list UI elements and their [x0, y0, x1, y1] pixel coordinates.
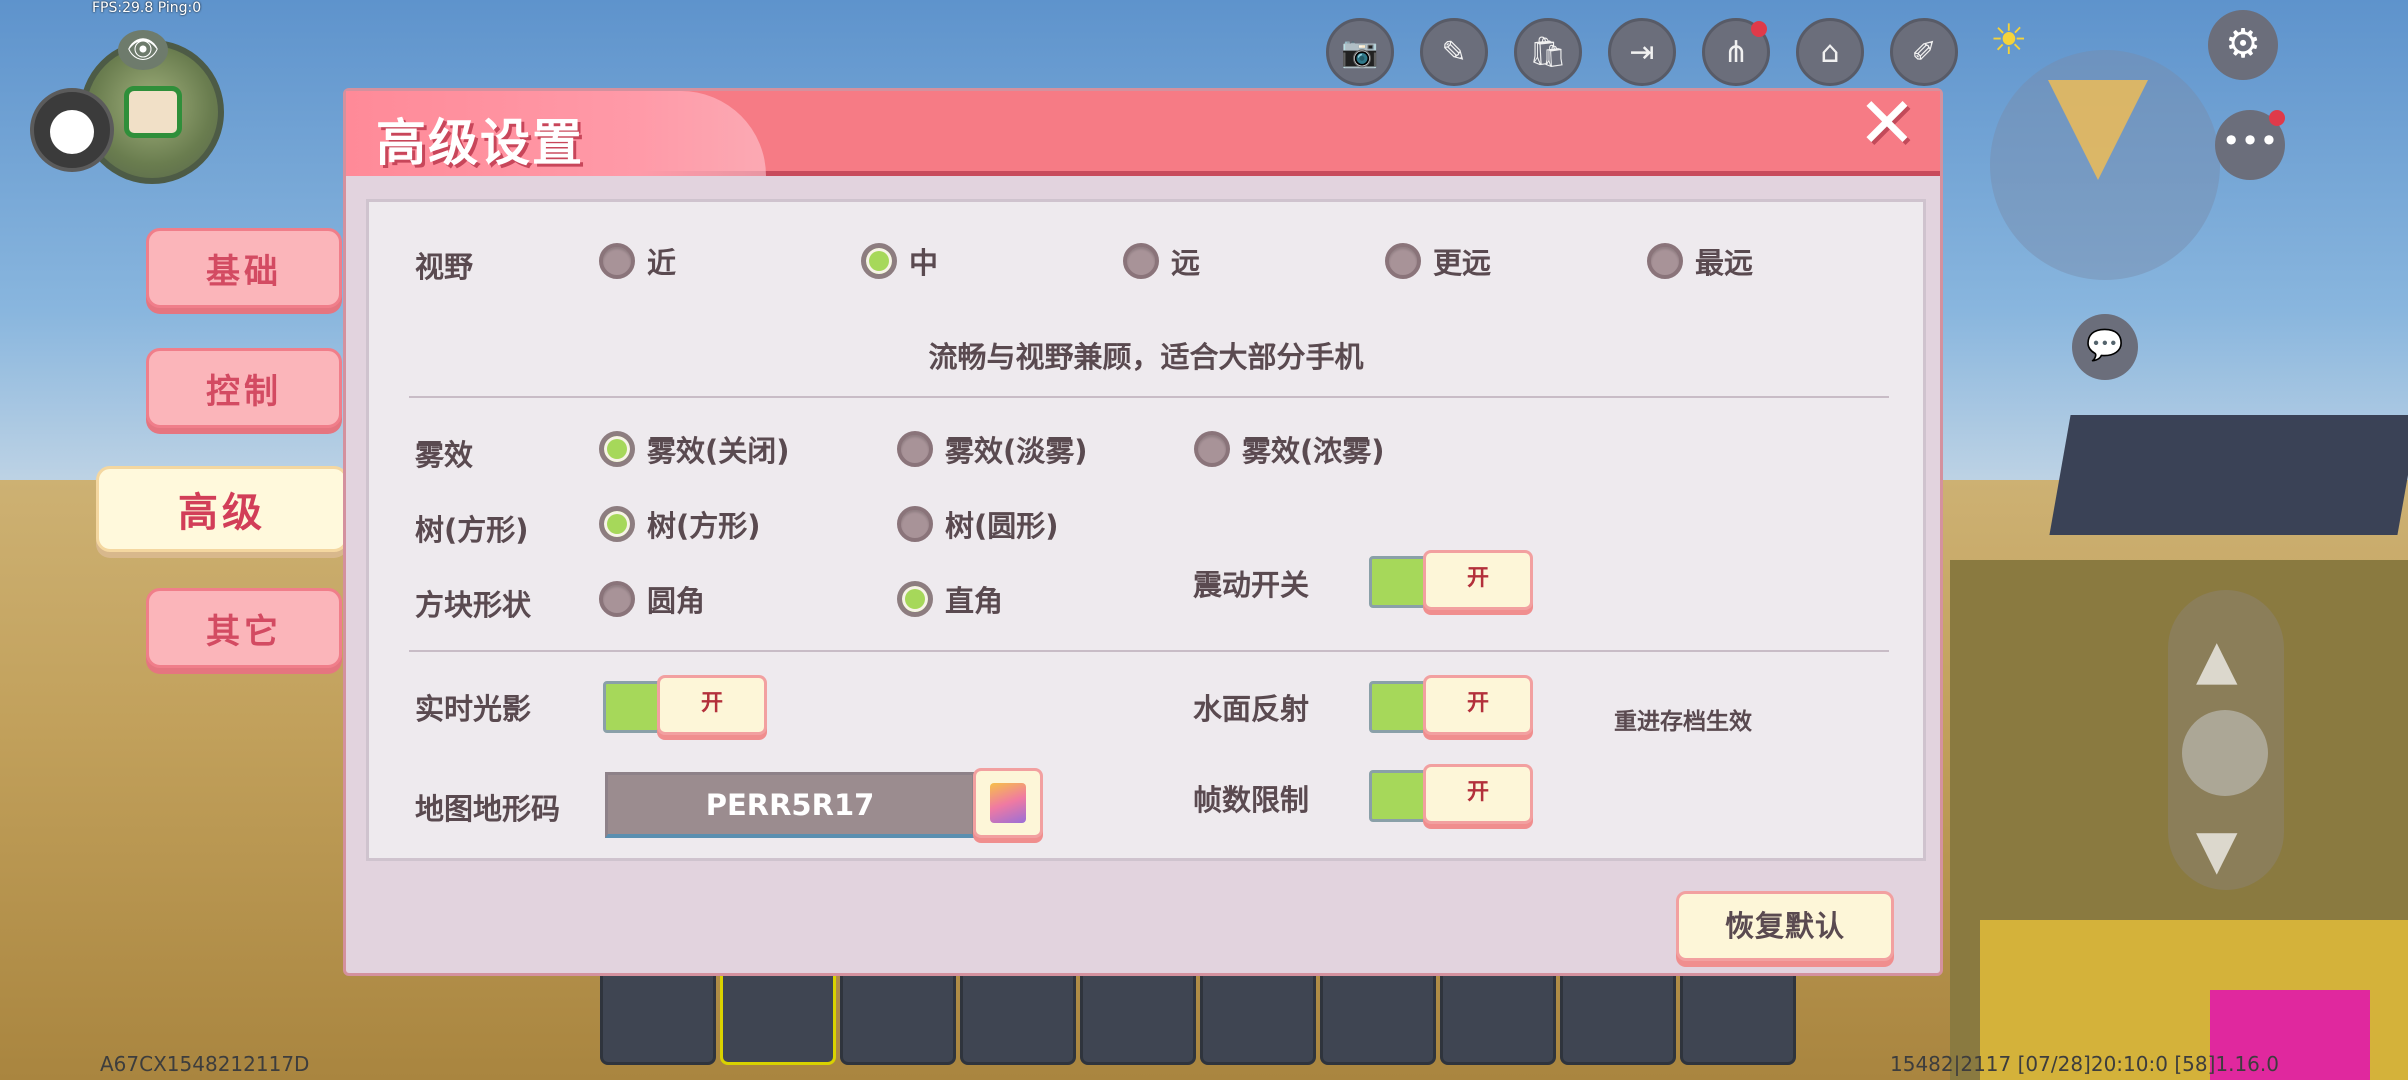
radio-dot: [599, 431, 635, 467]
compass-view-cone: [2048, 80, 2148, 180]
settings-panel: 视野 近 中 远 更远 最远 流畅与视野兼顾，适合大部分手机 雾效 雾效(关闭)…: [366, 199, 1926, 861]
view-label: 视野: [415, 250, 474, 284]
view-option-medium[interactable]: 中: [861, 240, 938, 282]
dialog-header: 高级设置 ✕: [346, 88, 1940, 176]
reset-default-button[interactable]: 恢复默认: [1676, 891, 1894, 961]
radio-dot: [1123, 243, 1159, 279]
switch-knob: 开: [1423, 764, 1533, 824]
block-shape-option-square[interactable]: 直角: [897, 578, 1003, 620]
frame-limit-switch[interactable]: 开: [1369, 764, 1533, 824]
eye-icon[interactable]: 👁: [118, 30, 168, 70]
hotbar-slot[interactable]: [1200, 965, 1316, 1065]
sun-icon: ☀: [1990, 15, 2028, 64]
notification-dot: [2269, 110, 2285, 126]
avatar-face: [124, 86, 182, 138]
water-reflection-switch[interactable]: 开: [1369, 675, 1533, 735]
tab-advanced[interactable]: 高级: [96, 466, 348, 552]
view-toggle-button[interactable]: [30, 88, 114, 172]
device-code: A67CX1548212117D: [100, 1052, 310, 1076]
realtime-shadow-label: 实时光影: [415, 692, 532, 726]
copy-icon: [990, 783, 1026, 823]
frame-limit-label: 帧数限制: [1193, 783, 1310, 817]
shop-icon[interactable]: 🛍: [1514, 18, 1582, 86]
water-reflection-label: 水面反射: [1193, 692, 1310, 726]
tree-option-round[interactable]: 树(圆形): [897, 503, 1059, 545]
hotbar-slot[interactable]: [720, 965, 836, 1065]
hotbar-slot[interactable]: [1440, 965, 1556, 1065]
hotbar-slot[interactable]: [960, 965, 1076, 1065]
home-icon[interactable]: ⌂: [1796, 18, 1864, 86]
copy-code-button[interactable]: [973, 768, 1043, 838]
radio-dot: [599, 581, 635, 617]
edit-tools-icon[interactable]: ✎: [1420, 18, 1488, 86]
radio-dot: [861, 243, 897, 279]
section-divider: [409, 650, 1889, 652]
scenery-block: [2049, 415, 2408, 535]
radio-dot: [599, 243, 635, 279]
fog-label: 雾效: [415, 438, 474, 472]
hotbar-slot[interactable]: [1680, 965, 1796, 1065]
radio-dot: [897, 431, 933, 467]
notification-dot: [1751, 21, 1767, 37]
tab-other[interactable]: 其它: [146, 588, 342, 668]
fps-readout: FPS:29.8 Ping:0: [92, 0, 202, 16]
close-icon[interactable]: ✕: [1854, 88, 1920, 159]
hotbar-slot[interactable]: [1080, 965, 1196, 1065]
radio-dot: [599, 506, 635, 542]
dialog-title: 高级设置: [376, 114, 584, 172]
block-shape-option-rounded[interactable]: 圆角: [599, 578, 705, 620]
section-divider: [409, 396, 1889, 398]
switch-knob: 开: [1423, 675, 1533, 735]
exit-icon[interactable]: ⇥: [1608, 18, 1676, 86]
version-info: 15482|2117 [07/28]20:10:0 [58]1.16.0: [1890, 1052, 2279, 1076]
tab-control[interactable]: 控制: [146, 348, 342, 428]
tab-basic[interactable]: 基础: [146, 228, 342, 308]
fog-option-light[interactable]: 雾效(淡雾): [897, 428, 1088, 470]
vibration-switch[interactable]: 开: [1369, 550, 1533, 610]
share-icon[interactable]: ⋔: [1702, 18, 1770, 86]
advanced-settings-dialog: 高级设置 ✕ 视野 近 中 远 更远 最远 流畅与视野兼顾，适合大部分手机 雾效…: [343, 88, 1943, 976]
switch-knob: 开: [1423, 550, 1533, 610]
chat-icon[interactable]: 💬: [2072, 314, 2138, 380]
arrow-down-icon[interactable]: ▼: [2196, 818, 2238, 881]
radio-dot: [1385, 243, 1421, 279]
hotbar-slot[interactable]: [1320, 965, 1436, 1065]
radio-dot: [1194, 431, 1230, 467]
view-option-farther[interactable]: 更远: [1385, 240, 1491, 282]
hotbar-slot[interactable]: [840, 965, 956, 1065]
fog-option-heavy[interactable]: 雾效(浓雾): [1194, 428, 1385, 470]
vibration-label: 震动开关: [1193, 568, 1310, 602]
map-code-label: 地图地形码: [415, 792, 561, 826]
note-icon[interactable]: ✐: [1890, 18, 1958, 86]
block-shape-label: 方块形状: [415, 588, 532, 622]
hotbar-slot[interactable]: [1560, 965, 1676, 1065]
realtime-shadow-switch[interactable]: 开: [603, 675, 767, 735]
view-option-farthest[interactable]: 最远: [1647, 240, 1753, 282]
radio-dot: [1647, 243, 1683, 279]
map-code-field[interactable]: PERR5R17: [605, 772, 975, 838]
arrow-up-icon[interactable]: ▲: [2196, 628, 2238, 691]
view-option-far[interactable]: 远: [1123, 240, 1200, 282]
gear-icon[interactable]: ⚙: [2208, 10, 2278, 80]
camera-icon[interactable]: 📷: [1326, 18, 1394, 86]
view-hint: 流畅与视野兼顾，适合大部分手机: [928, 340, 1364, 374]
tree-label: 树(方形): [415, 513, 529, 547]
fly-button[interactable]: [2182, 710, 2268, 796]
radio-dot: [897, 506, 933, 542]
view-option-near[interactable]: 近: [599, 240, 676, 282]
tree-option-square[interactable]: 树(方形): [599, 503, 761, 545]
radio-dot: [897, 581, 933, 617]
hotbar: [600, 965, 1796, 1065]
fog-option-off[interactable]: 雾效(关闭): [599, 428, 790, 470]
hotbar-slot[interactable]: [600, 965, 716, 1065]
top-toolbar: 📷 ✎ 🛍 ⇥ ⋔ ⌂ ✐: [1326, 18, 1958, 86]
more-icon[interactable]: •••: [2215, 110, 2285, 180]
switch-knob: 开: [657, 675, 767, 735]
reload-note: 重进存档生效: [1614, 709, 1752, 735]
